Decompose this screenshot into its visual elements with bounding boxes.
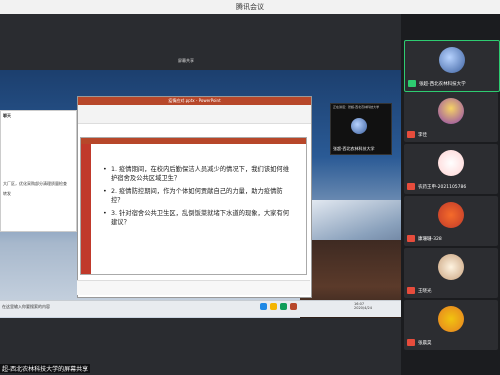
- chat-forward-link[interactable]: 转发: [3, 191, 11, 197]
- slide-bullet: 2. 疫情防控期间，作为个体如何贡献自己的力量，助力疫情防控？: [103, 188, 293, 205]
- chat-line: 大厂区，优化采购部分清理质量检查: [3, 181, 67, 186]
- slide-bullets: 1. 疫情期间，在校内后勤保洁人员减少的情况下，我们该如何维护宿舍及公共区域卫生…: [103, 166, 293, 232]
- participant-name: 农药王申-2021105786: [418, 185, 467, 190]
- participant-avatar: [438, 254, 464, 280]
- mic-muted-icon: [407, 183, 415, 190]
- slide-bullet: 3. 针对宿舍公共卫生区，乱倒饭菜就堵下水道的现象，大家有何建议？: [103, 210, 293, 227]
- slide-notes-area[interactable]: [77, 280, 310, 295]
- participant-avatar: [438, 306, 464, 332]
- screen-share-tag: 屏幕共享: [178, 58, 194, 63]
- active-speaker-panel: 正在讲话：张超-西北农林科技大学 张超-西北农林科技大学: [330, 103, 392, 155]
- taskbar: [0, 300, 401, 317]
- chat-panel-title: 聊天: [3, 113, 11, 118]
- participant-tile[interactable]: 王晓光: [404, 248, 498, 298]
- participant-tile[interactable]: 康珊珊-328: [404, 196, 498, 246]
- participant-name: 李佳: [418, 133, 427, 138]
- powerpoint-icon[interactable]: [290, 303, 297, 310]
- start-search[interactable]: 在这里输入你要搜索的内容: [2, 304, 50, 310]
- window-title-bar: 腾讯会议: [0, 0, 500, 14]
- folder-icon[interactable]: [270, 303, 277, 310]
- participant-name: 张晨昊: [418, 341, 432, 346]
- active-speaker-title: 正在讲话：张超-西北农林科技大学: [333, 105, 380, 109]
- chat-panel: 聊天 大厂区，优化采购部分清理质量检查 转发: [0, 110, 77, 232]
- window-title: 腾讯会议: [236, 3, 264, 11]
- mic-muted-icon: [407, 131, 415, 138]
- participant-name: 康珊珊-328: [418, 237, 442, 242]
- participant-avatar: [438, 150, 464, 176]
- participant-tile[interactable]: 张超-西北农林科技大学: [404, 40, 500, 92]
- slide: 1. 疫情期间，在校内后勤保洁人员减少的情况下，我们该如何维护宿舍及公共区域卫生…: [80, 137, 307, 275]
- slide-bullet: 1. 疫情期间，在校内后勤保洁人员减少的情况下，我们该如何维护宿舍及公共区域卫生…: [103, 166, 293, 183]
- participant-avatar: [438, 202, 464, 228]
- participant-tile[interactable]: 张晨昊: [404, 300, 498, 350]
- participant-tile[interactable]: 农药王申-2021105786: [404, 144, 498, 194]
- participant-name: 王晓光: [418, 289, 432, 294]
- taskbar-clock: 16:07 2020/4/24: [354, 302, 372, 310]
- participant-avatar: [438, 98, 464, 124]
- speaker-avatar: [351, 118, 367, 134]
- mic-muted-icon: [407, 235, 415, 242]
- participant-name: 张超-西北农林科技大学: [419, 82, 466, 87]
- slide-left-strip: [81, 144, 91, 274]
- mic-icon: [408, 80, 416, 87]
- powerpoint-ribbon[interactable]: [78, 105, 311, 124]
- edge-icon[interactable]: [260, 303, 267, 310]
- speaker-name: 张超-西北农林科技大学: [333, 146, 375, 151]
- powerpoint-title-bar: 疫情应对.pptx - PowerPoint: [78, 97, 311, 105]
- mic-muted-icon: [407, 339, 415, 346]
- participant-avatar: [439, 47, 465, 73]
- wechat-icon[interactable]: [280, 303, 287, 310]
- participant-tile[interactable]: 李佳: [404, 92, 498, 142]
- screen-share-caption: 超-西北农林科技大学的屏幕共享: [0, 364, 91, 373]
- clock-date: 2020/4/24: [354, 306, 372, 310]
- slide-header-strip: [81, 138, 306, 144]
- mic-muted-icon: [407, 287, 415, 294]
